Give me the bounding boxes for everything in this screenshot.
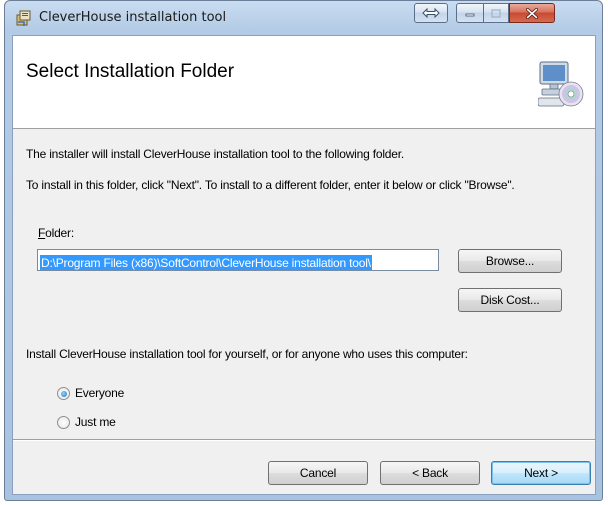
- next-button[interactable]: Next >: [491, 461, 591, 485]
- back-button[interactable]: < Back: [380, 461, 480, 485]
- footer-divider: [13, 439, 595, 441]
- minimize-icon: [465, 13, 475, 17]
- swap-layout-button[interactable]: [414, 3, 448, 23]
- browse-button[interactable]: Browse...: [458, 249, 562, 273]
- intro-text: The installer will install CleverHouse i…: [26, 147, 404, 161]
- header-banner: Select Installation Folder: [13, 36, 595, 129]
- installer-app-icon: [16, 10, 31, 26]
- close-icon: [526, 7, 538, 19]
- dialog-client-area: Select Installation Folder The installer…: [12, 35, 596, 495]
- folder-label-text: older:: [45, 226, 74, 240]
- maximize-button[interactable]: [483, 3, 509, 23]
- maximize-icon: [491, 8, 501, 18]
- radio-everyone[interactable]: [57, 387, 70, 400]
- radio-just-me-label[interactable]: Just me: [75, 415, 116, 429]
- computer-cd-icon: [538, 61, 584, 107]
- radio-everyone-label[interactable]: Everyone: [75, 386, 124, 400]
- disk-cost-button[interactable]: Disk Cost...: [458, 288, 562, 312]
- cancel-button[interactable]: Cancel: [268, 461, 368, 485]
- page-title: Select Installation Folder: [26, 61, 235, 82]
- instructions-text: To install in this folder, click "Next".…: [26, 178, 515, 192]
- folder-label: Folder:: [38, 226, 74, 240]
- folder-path-value: D:\Program Files (x86)\SoftControl\Cleve…: [40, 255, 372, 270]
- double-arrow-icon: [422, 8, 440, 18]
- install-for-prompt: Install CleverHouse installation tool fo…: [26, 347, 468, 361]
- radio-just-me[interactable]: [57, 416, 70, 429]
- folder-path-input[interactable]: D:\Program Files (x86)\SoftControl\Cleve…: [37, 249, 439, 271]
- close-button[interactable]: [509, 3, 555, 23]
- title-bar[interactable]: CleverHouse installation tool: [5, 1, 602, 35]
- installer-window: CleverHouse installation tool Select Ins: [4, 0, 603, 501]
- minimize-button[interactable]: [456, 3, 484, 23]
- window-title: CleverHouse installation tool: [39, 10, 227, 25]
